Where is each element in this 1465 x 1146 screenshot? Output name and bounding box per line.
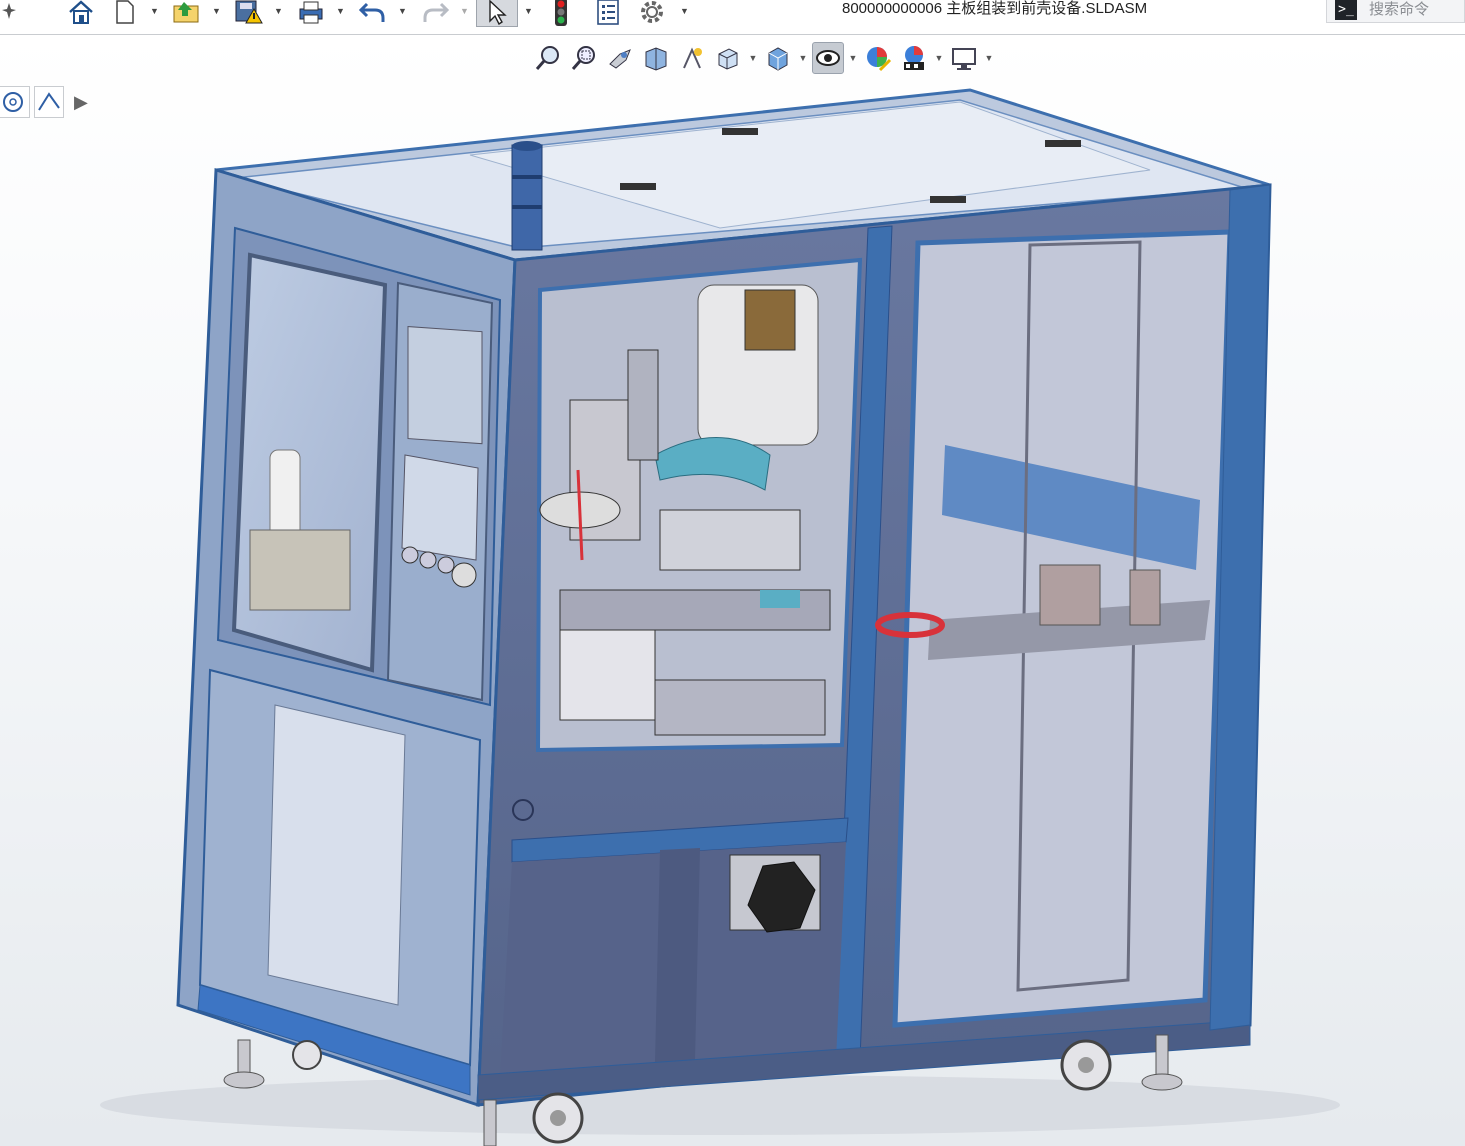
circle-sketch-icon[interactable]	[0, 86, 30, 118]
command-search[interactable]: >_	[1326, 0, 1465, 23]
pin-icon[interactable]	[0, 0, 18, 27]
assembly-model[interactable]	[0, 35, 1465, 1146]
file-properties-icon[interactable]	[592, 0, 624, 27]
save-warning-icon[interactable]	[232, 0, 266, 27]
print-caret-icon[interactable]: ▼	[336, 6, 345, 16]
new-document-caret-icon[interactable]: ▼	[150, 6, 159, 16]
roof-handle	[1045, 140, 1081, 147]
sketch-mini-toolbar: ▶	[0, 86, 88, 118]
open-caret-icon[interactable]: ▼	[212, 6, 221, 16]
document-title: 800000000006 主板组装到前壳设备.SLDASM	[842, 0, 1148, 17]
options-gear-icon[interactable]	[636, 0, 668, 27]
hide-show-caret-icon[interactable]: ▼	[848, 53, 858, 63]
redo-icon[interactable]	[418, 0, 452, 27]
apply-scene-caret-icon[interactable]: ▼	[934, 53, 944, 63]
command-prompt-icon: >_	[1335, 0, 1357, 20]
edit-appearance-icon[interactable]	[862, 42, 894, 74]
view-settings-icon[interactable]	[948, 42, 980, 74]
zoom-to-area-icon[interactable]	[568, 42, 600, 74]
hide-show-items-icon[interactable]	[812, 42, 844, 74]
display-style-caret-icon[interactable]: ▼	[798, 53, 808, 63]
previous-view-icon[interactable]	[604, 42, 636, 74]
apply-scene-icon[interactable]	[898, 42, 930, 74]
options-caret-icon[interactable]: ▼	[680, 6, 689, 16]
print-icon[interactable]	[294, 0, 328, 27]
dynamic-annotation-icon[interactable]	[676, 42, 708, 74]
open-icon[interactable]	[170, 0, 204, 27]
graphics-area[interactable]	[0, 35, 1465, 1146]
signal-tower	[511, 144, 543, 251]
command-search-input[interactable]	[1367, 0, 1461, 19]
heads-up-view-toolbar: ▼ ▼ ▼ ▼ ▼	[532, 38, 994, 78]
rebuild-traffic-light-icon[interactable]	[548, 0, 574, 27]
undo-caret-icon[interactable]: ▼	[398, 6, 407, 16]
undo-icon[interactable]	[356, 0, 390, 27]
display-style-icon[interactable]	[762, 42, 794, 74]
line-sketch-icon[interactable]	[34, 86, 64, 118]
redo-caret-icon[interactable]: ▼	[460, 6, 469, 16]
roof-handle	[930, 196, 966, 203]
select-pointer-icon[interactable]	[476, 0, 518, 27]
roof-handle	[620, 183, 656, 190]
select-caret-icon[interactable]: ▼	[524, 6, 533, 16]
view-orientation-icon[interactable]	[712, 42, 744, 74]
home-icon[interactable]	[64, 0, 98, 27]
roof-handle	[722, 128, 758, 135]
zoom-to-fit-icon[interactable]	[532, 42, 564, 74]
title-toolbar: ▼ ▼ ▼ ▼ ▼ ▼ ▼ ▼ 800000000006 主板组装到前壳设备.S…	[0, 0, 1465, 35]
view-orientation-caret-icon[interactable]: ▼	[748, 53, 758, 63]
new-document-icon[interactable]	[112, 0, 138, 27]
cylinder-part	[269, 449, 301, 541]
section-view-icon[interactable]	[640, 42, 672, 74]
save-caret-icon[interactable]: ▼	[274, 6, 283, 16]
view-settings-caret-icon[interactable]: ▼	[984, 53, 994, 63]
expand-arrow-icon[interactable]: ▶	[74, 92, 88, 113]
